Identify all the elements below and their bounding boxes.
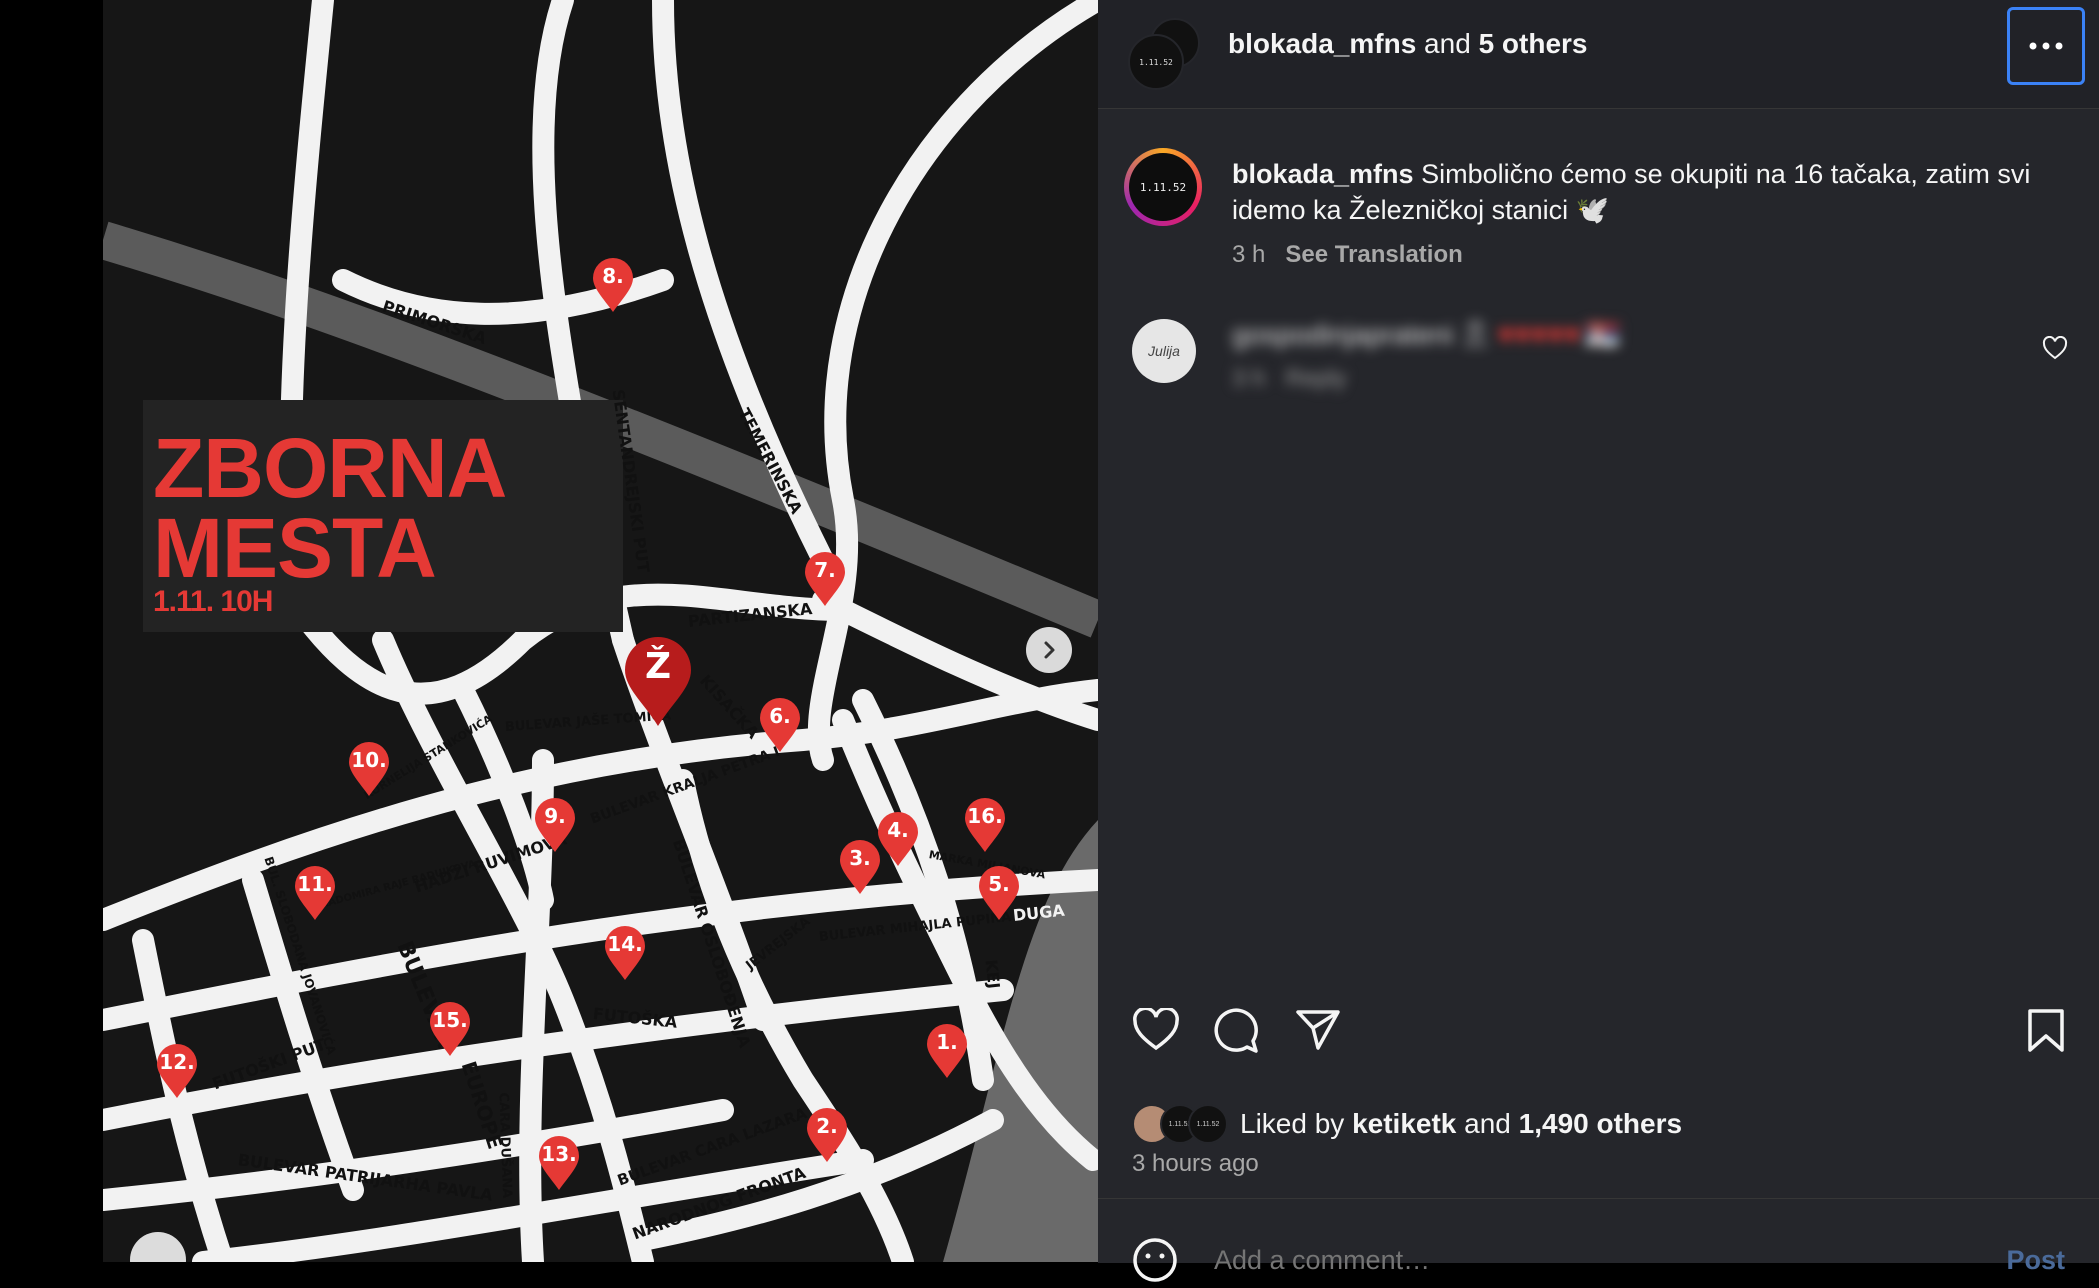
see-translation-button[interactable]: See Translation <box>1285 241 1462 268</box>
header-others[interactable]: 5 others <box>1479 28 1588 59</box>
comment-suffix: 🇷🇸 <box>1585 319 1620 350</box>
map-title-block: ZBORNA MESTA 1.11. 10H <box>143 400 623 632</box>
header-and: and <box>1416 28 1479 59</box>
avatar-text: 1.11.52 <box>1139 57 1173 67</box>
likes-mid: and <box>1456 1108 1519 1139</box>
map-pin-label: 9. <box>544 804 566 828</box>
avatar-text: 1.11.52 <box>1139 180 1187 194</box>
comment-username[interactable]: gospodinjaprateni <box>1232 319 1453 350</box>
avatar-text: Julija <box>1148 343 1180 359</box>
heart-icon <box>1133 1006 1179 1051</box>
post-comment-button[interactable]: Post <box>2006 1245 2065 1276</box>
likes-row: 1.11.52 1.11.52 Liked by ketiketk and 1,… <box>1132 1104 1682 1144</box>
send-icon <box>1296 1010 1340 1050</box>
comment-bar: Post <box>1098 1198 2099 1282</box>
map-pin-label: 1. <box>936 1030 958 1054</box>
map-pin-label: 5. <box>988 872 1010 896</box>
action-bar <box>1098 994 2099 1089</box>
likes-count[interactable]: 1,490 others <box>1519 1108 1682 1139</box>
map-pin: 14. <box>603 924 647 982</box>
header-username[interactable]: blokada_mfns <box>1228 28 1416 59</box>
avatar-text: 1.11.52 <box>1196 1120 1220 1128</box>
caption-meta: 3 h See Translation <box>1232 241 1463 269</box>
map-pin-label: 10. <box>351 748 387 772</box>
map-pin-label: 11. <box>297 872 333 896</box>
map-pin: 9. <box>533 796 577 854</box>
heart-icon <box>2042 335 2068 360</box>
map-pin-center: Ž <box>623 636 693 728</box>
map-pin-label: 16. <box>967 804 1003 828</box>
map-pin-label: 7. <box>814 558 836 582</box>
more-options-button[interactable] <box>2007 7 2085 85</box>
map-pin: 12. <box>155 1042 199 1100</box>
post-header: 1.11.52 blokada_mfns and 5 others <box>1098 0 2099 109</box>
add-comment-input[interactable] <box>1214 1245 1914 1276</box>
map-pin-label: 14. <box>607 932 643 956</box>
likes-prefix: Liked by <box>1240 1108 1353 1139</box>
save-button[interactable] <box>2026 1008 2066 1059</box>
header-title: blokada_mfns and 5 others <box>1228 28 1588 60</box>
map-subtitle: 1.11. 10H <box>153 585 273 618</box>
map-pin: 5. <box>977 864 1021 922</box>
caption-time[interactable]: 3 h <box>1232 241 1265 268</box>
map-pin: 13. <box>537 1134 581 1192</box>
map-pin-label: 8. <box>602 264 624 288</box>
map-pin: 7. <box>803 550 847 608</box>
caption: blokada_mfns Simbolično ćemo se okupiti … <box>1232 156 2062 228</box>
comment-prefix: 🎗 <box>1457 319 1494 350</box>
map-pin-label: 2. <box>816 1114 838 1138</box>
comment-button[interactable] <box>1212 1008 1260 1059</box>
comment-reply-button[interactable]: Reply <box>1285 365 1346 392</box>
map-pin: 16. <box>963 796 1007 854</box>
collab-avatars[interactable]: 1.11.52 <box>1128 18 1200 90</box>
post-media: ZBORNA MESTA 1.11. 10H PRIMORSKA SENTAND… <box>103 0 1098 1262</box>
map-pin: 1. <box>925 1022 969 1080</box>
emoji-button[interactable] <box>1132 1237 1178 1288</box>
avatar: 1.11.52 <box>1188 1104 1228 1144</box>
chevron-right-icon <box>1044 641 1055 659</box>
comment-like-button[interactable] <box>2042 335 2068 365</box>
map-pin: 4. <box>876 810 920 868</box>
comment-icon <box>1214 1008 1258 1053</box>
likes-text: Liked by ketiketk and 1,490 others <box>1240 1108 1682 1140</box>
map-pin: 6. <box>758 696 802 754</box>
map-title-line2: MESTA <box>153 501 437 595</box>
caption-avatar[interactable]: 1.11.52 <box>1124 148 1202 226</box>
like-button[interactable] <box>1132 1006 1180 1057</box>
map-pin: 8. <box>591 256 635 314</box>
comment-avatar[interactable]: Julija <box>1132 319 1196 383</box>
more-icon <box>2029 42 2063 50</box>
next-slide-button[interactable] <box>1026 627 1072 673</box>
map-pin: 11. <box>293 864 337 922</box>
street-label: KEJ <box>981 958 1004 990</box>
map-pin-label: 13. <box>541 1142 577 1166</box>
map-pin: 10. <box>347 740 391 798</box>
emoji-icon <box>1133 1238 1177 1282</box>
map-pin-label: 15. <box>432 1008 468 1032</box>
caption-username[interactable]: blokada_mfns <box>1232 159 1414 189</box>
map-pin: 2. <box>805 1106 849 1164</box>
likes-user[interactable]: ketiketk <box>1352 1108 1456 1139</box>
map-center-label: Ž <box>644 646 672 687</box>
comment-hearts: ♥♥♥♥♥ <box>1497 319 1581 350</box>
share-button[interactable] <box>1294 1008 1342 1057</box>
avatar: 1.11.52 <box>1128 34 1184 90</box>
comment-time: 3 h <box>1232 365 1266 392</box>
post-detail-panel: 1.11.52 blokada_mfns and 5 others 1.11.5… <box>1098 0 2099 1282</box>
map-pin-label: 6. <box>769 704 791 728</box>
post-time[interactable]: 3 hours ago <box>1132 1150 1259 1178</box>
map-pin-label: 12. <box>159 1050 195 1074</box>
map-pin: 15. <box>428 1000 472 1058</box>
comment: gospodinjaprateni 🎗 ♥♥♥♥♥ 🇷🇸 3 h Reply <box>1232 318 1620 393</box>
map-pin-label: 4. <box>887 818 909 842</box>
bookmark-icon <box>2028 1009 2064 1052</box>
